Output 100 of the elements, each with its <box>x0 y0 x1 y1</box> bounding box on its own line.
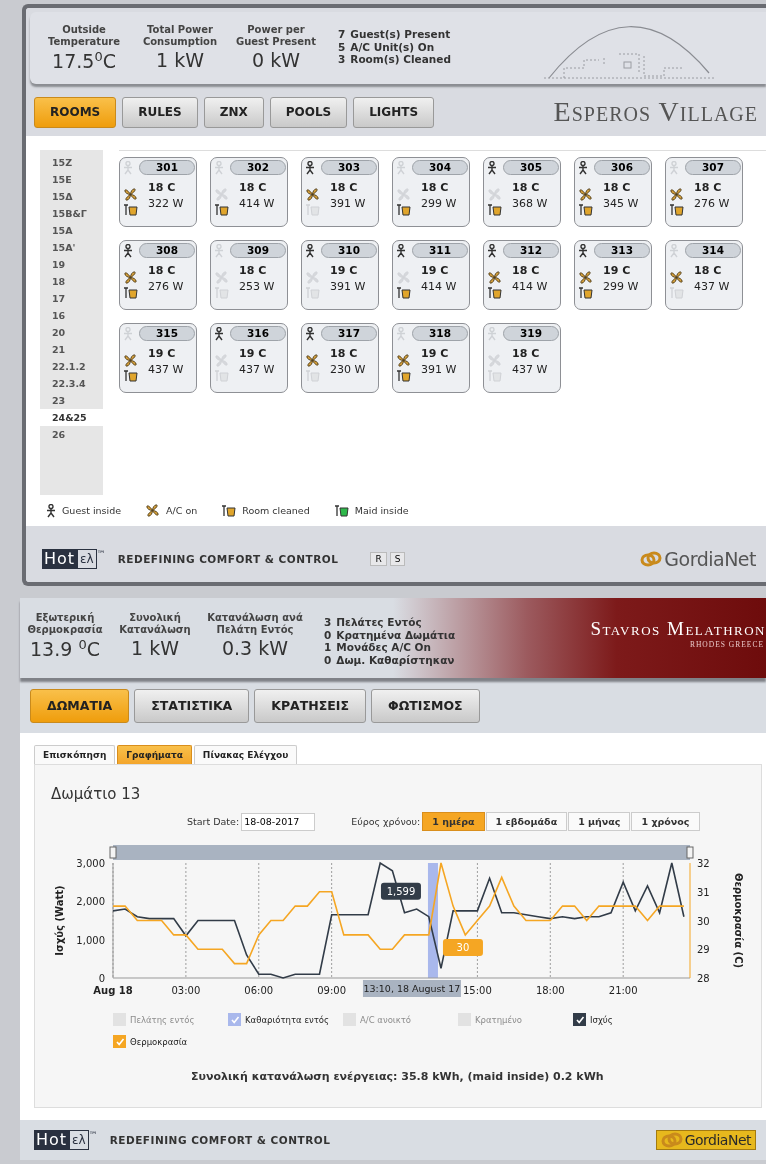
y-axis-title: Ισχύς (Watt) <box>54 885 65 956</box>
building-item[interactable]: 15Δ <box>40 188 103 205</box>
building-item[interactable]: 22.1.2 <box>40 358 103 375</box>
room-card[interactable]: 315 19 C 437 W <box>119 323 197 393</box>
x-tick-label: 06:00 <box>244 985 274 997</box>
start-date-label: Start Date: <box>187 816 240 828</box>
stat-label: Κατανάλωση ανά Πελάτη Εντός <box>207 612 303 636</box>
check-icon <box>114 1036 125 1047</box>
y-axis-title: Θερμοκρασία (C) <box>733 873 744 969</box>
room-card[interactable]: 307 18 C 276 W <box>665 157 743 227</box>
room-card[interactable]: 311 19 C 414 W <box>392 240 470 310</box>
room-card[interactable]: 305 18 C 368 W <box>483 157 561 227</box>
series-toggle[interactable]: Ισχύς <box>573 1013 688 1027</box>
nav-tab[interactable]: RULES <box>122 96 198 128</box>
room-power: 322 W <box>148 197 184 210</box>
footer-button[interactable]: S <box>389 552 406 566</box>
room-card[interactable]: 310 19 C 391 W <box>301 240 379 310</box>
room-title: Δωμάτιο 13 <box>51 785 142 804</box>
building-item[interactable]: 22.3.4 <box>40 375 103 392</box>
y-tick-label: 2,000 <box>76 896 105 908</box>
stat-label: Power per Guest Present <box>236 24 316 48</box>
x-tick-label: Aug 18 <box>93 985 133 997</box>
tagline: REDEFINING COMFORT & CONTROL <box>117 553 339 565</box>
room-card[interactable]: 306 18 C 345 W <box>574 157 652 227</box>
room-card[interactable]: 302 18 C 414 W <box>210 157 288 227</box>
room-number: 318 <box>412 326 468 341</box>
building-item[interactable]: 15Β&Γ <box>40 205 103 222</box>
room-temperature: 18 C <box>330 347 359 360</box>
sub-tab[interactable]: Γραφήματα <box>117 745 192 765</box>
room-power: 299 W <box>603 280 639 293</box>
room-card[interactable]: 317 18 C 230 W <box>301 323 379 393</box>
range-button[interactable]: 1 εβδομάδα <box>485 812 568 832</box>
checkbox[interactable] <box>573 1013 586 1027</box>
room-number: 306 <box>594 160 650 175</box>
building-item[interactable]: 26 <box>40 426 103 443</box>
summary-count: 3 <box>338 53 346 66</box>
nav-tab[interactable]: ΣΤΑΤΙΣΤΙΚΑ <box>134 688 250 723</box>
footer-button[interactable]: R <box>370 552 387 566</box>
nav-tab[interactable]: ΚΡΑΤΗΣΕΙΣ <box>254 688 367 723</box>
building-item[interactable]: 20 <box>40 324 103 341</box>
room-number: 309 <box>230 243 286 258</box>
building-item[interactable]: 21 <box>40 341 103 358</box>
building-item[interactable]: 19 <box>40 256 103 273</box>
range-button[interactable]: 1 ημέρα <box>422 812 485 832</box>
site-title: Esperos Village <box>553 96 758 128</box>
series-toggle[interactable]: Θερμοκρασία <box>113 1035 228 1049</box>
room-card[interactable]: 316 19 C 437 W <box>210 323 288 393</box>
range-button[interactable]: 1 μήνας <box>568 812 631 832</box>
building-item[interactable]: 15Ζ <box>40 154 103 171</box>
stat-label: Εξωτερική Θερμοκρασία <box>27 612 103 636</box>
nav-tab[interactable]: ROOMS <box>34 96 117 128</box>
building-item[interactable]: 18 <box>40 273 103 290</box>
range-button[interactable]: 1 χρόνος <box>631 812 700 832</box>
summary-count: 1 <box>324 641 332 654</box>
building-item[interactable]: 24&25 <box>40 409 103 426</box>
room-card[interactable]: 301 18 C 322 W <box>119 157 197 227</box>
date-field[interactable]: 18-08-2017 <box>241 812 316 831</box>
building-item[interactable]: 15Ε <box>40 171 103 188</box>
room-temperature: 18 C <box>694 264 723 277</box>
room-card[interactable]: 303 18 C 391 W <box>301 157 379 227</box>
series-toggle[interactable]: Καθαριότητα εντός <box>228 1013 343 1027</box>
room-power: 299 W <box>421 197 457 210</box>
nav-tab[interactable]: LIGHTS <box>353 96 435 128</box>
building-item[interactable]: 15Α <box>40 222 103 239</box>
summary-text: Room(s) Cleaned <box>350 53 451 66</box>
room-card[interactable]: 313 19 C 299 W <box>574 240 652 310</box>
sub-tab[interactable]: Πίνακας Ελέγχου <box>193 745 298 765</box>
building-item[interactable]: 15Α' <box>40 239 103 256</box>
nav-tab[interactable]: ΦΩΤΙΣΜΟΣ <box>371 688 480 723</box>
room-card[interactable]: 319 18 C 437 W <box>483 323 561 393</box>
checkbox[interactable] <box>113 1035 126 1049</box>
room-temperature: 18 C <box>148 264 177 277</box>
y-tick-label: 31 <box>697 886 710 898</box>
nav-tab[interactable]: ZNX <box>203 96 264 128</box>
room-card[interactable]: 304 18 C 299 W <box>392 157 470 227</box>
stat-value: 0 kW <box>252 49 300 71</box>
room-temperature: 18 C <box>239 181 268 194</box>
value-tooltip: 1,599 <box>380 882 421 900</box>
summary-text: Δωμ. Καθαρίστηκαν <box>336 653 455 666</box>
summary-text: A/C Unit(s) On <box>350 40 435 53</box>
room-card[interactable]: 312 18 C 414 W <box>483 240 561 310</box>
stat-value: 0.3 kW <box>221 637 288 659</box>
sub-tab[interactable]: Επισκόπηση <box>34 745 116 765</box>
room-card[interactable]: 309 18 C 253 W <box>210 240 288 310</box>
range-navigator[interactable] <box>109 845 694 861</box>
room-card[interactable]: 308 18 C 276 W <box>119 240 197 310</box>
nav-tab[interactable]: ΔΩΜΑΤΙΑ <box>30 688 130 723</box>
stat-value: 17.5$^{0}$C <box>52 49 116 73</box>
room-card[interactable]: 318 19 C 391 W <box>392 323 470 393</box>
room-power: 414 W <box>421 280 457 293</box>
checkbox[interactable] <box>228 1013 241 1027</box>
room-temperature: 19 C <box>148 347 177 360</box>
nav-tab[interactable]: POOLS <box>269 96 348 128</box>
building-item[interactable]: 16 <box>40 307 103 324</box>
building-item[interactable]: 23 <box>40 392 103 409</box>
room-card[interactable]: 314 18 C 437 W <box>665 240 743 310</box>
person-icon <box>46 503 56 518</box>
knot-icon <box>640 551 663 567</box>
building-item[interactable]: 17 <box>40 290 103 307</box>
room-number: 316 <box>230 326 286 341</box>
